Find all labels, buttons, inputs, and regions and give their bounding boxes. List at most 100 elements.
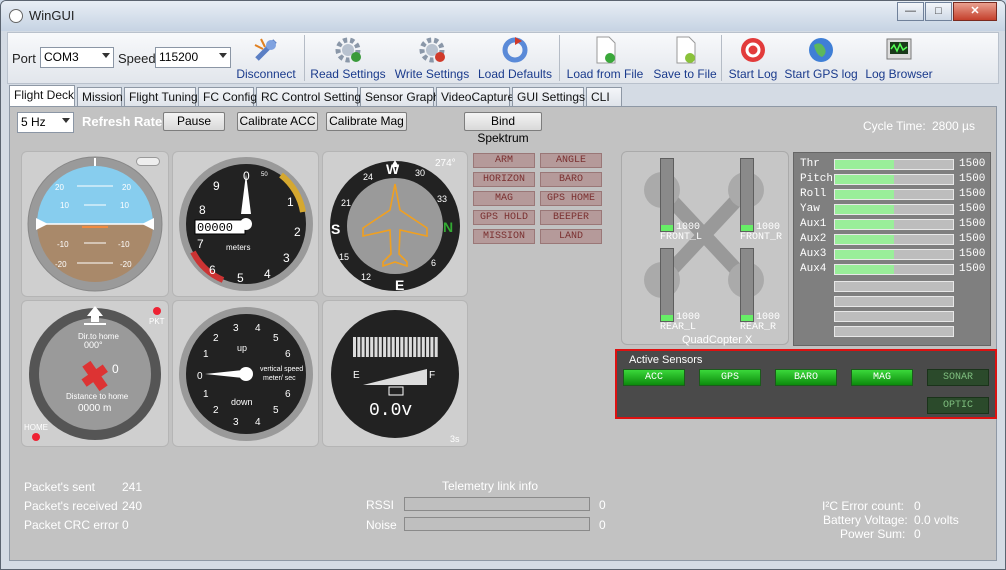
noise-label: Noise [366, 518, 397, 532]
rc-channel-value: 1500 [959, 248, 986, 260]
rc-channel-value: 1500 [959, 233, 986, 245]
frame-type: QuadCopter X [682, 334, 753, 346]
tab-rc-control-settings[interactable]: RC Control Settings [256, 87, 367, 106]
vertical-speed-gauge: 3 4 2 5 1 6 up 0 1 2 3 4 5 6 down vertic… [172, 300, 319, 447]
dir-to-home-value: 000° [84, 340, 103, 350]
chevron-down-icon [62, 118, 70, 123]
motor-front-left-bar [660, 158, 674, 232]
log-browser-button[interactable]: Log Browser [864, 35, 934, 83]
altimeter-number: 2 [294, 225, 301, 239]
tab-cli[interactable]: CLI [586, 87, 622, 106]
altimeter-number: 9 [213, 179, 220, 193]
tab-flight-tuning[interactable]: Flight Tuning [124, 87, 198, 106]
motor-front-left-label: FRONT_L [660, 232, 703, 243]
vario-number: 3 [233, 417, 239, 428]
speed-label: Speed [118, 51, 156, 66]
battery-segment [378, 337, 382, 357]
start-log-button[interactable]: Start Log [726, 35, 780, 83]
altimeter-unit: meters [226, 243, 250, 252]
rc-empty-bar [834, 326, 954, 337]
pitch-label: 10 [120, 201, 129, 210]
cycle-time-label: Cycle Time: [863, 119, 926, 133]
save-to-file-button[interactable]: Save to File [652, 35, 718, 83]
heading-number: 21 [341, 198, 351, 208]
heading-letter: E [395, 277, 404, 293]
close-button[interactable]: ✕ [953, 2, 997, 21]
start-gps-log-button[interactable]: Start GPS log [784, 35, 858, 83]
mode-baro: BARO [540, 172, 602, 187]
vario-number: 4 [255, 417, 261, 428]
packet-crc-value: 0 [122, 518, 129, 532]
divider [304, 35, 305, 81]
pitch-label: -10 [57, 240, 69, 249]
port-select[interactable]: COM3 [40, 47, 114, 68]
mode-horizon: HORIZON [473, 172, 535, 187]
home-count: 0 [112, 362, 119, 376]
motor-rear-right-label: REAR_R [740, 322, 777, 333]
flight-deck-panel: 5 Hz Refresh Rate Pause Calibrate ACC Ca… [9, 106, 997, 561]
motor-rear-left-bar [660, 248, 674, 322]
rc-channel-bar [834, 159, 954, 170]
tab-flight-deck[interactable]: Flight Deck [9, 85, 75, 106]
vario-number: 5 [273, 333, 279, 344]
calibrate-mag-button[interactable]: Calibrate Mag [326, 112, 407, 131]
speed-select[interactable]: 115200 [155, 47, 231, 68]
altimeter-number: 5 [237, 271, 244, 285]
tab-sensor-graph[interactable]: Sensor Graph [360, 87, 440, 106]
packets-sent-value: 241 [122, 480, 143, 494]
disconnect-button[interactable]: Disconnect [232, 35, 300, 83]
heading-number: 30 [415, 168, 425, 178]
toggle-switch[interactable] [136, 157, 160, 166]
file-save-icon [676, 36, 696, 64]
load-from-file-button[interactable]: Load from File [564, 35, 646, 83]
pause-button[interactable]: Pause [163, 112, 225, 131]
battery-segment [383, 337, 387, 357]
battery-segment [413, 337, 417, 357]
heading-letter: S [331, 221, 340, 237]
sensor-sonar: SONAR [927, 369, 989, 386]
tab-mission[interactable]: Mission [77, 87, 123, 106]
rc-empty-bar [834, 296, 954, 307]
power-sum-label: Power Sum: [840, 527, 906, 541]
pitch-label: -20 [55, 260, 67, 269]
rc-channel-value: 1500 [959, 173, 986, 185]
reload-icon [502, 37, 528, 63]
tab-fc-config[interactable]: FC Config [198, 87, 257, 106]
battery-voltage-value: 0.0 volts [914, 513, 959, 527]
heading-number: 6 [431, 258, 436, 268]
refresh-rate-label: Refresh Rate [82, 114, 163, 129]
pitch-label: -20 [120, 260, 132, 269]
tab-gui-settings[interactable]: GUI Settings [512, 87, 585, 106]
divider [721, 35, 722, 81]
bind-spektrum-button[interactable]: Bind Spektrum [464, 112, 542, 145]
vario-number: 6 [285, 349, 291, 360]
vario-label: vertical speed [260, 366, 303, 373]
rc-channel-fill [835, 265, 894, 274]
sensor-baro: BARO [775, 369, 837, 386]
minimize-button[interactable]: — [897, 2, 924, 21]
refresh-rate-select[interactable]: 5 Hz [17, 112, 74, 133]
maximize-button[interactable]: □ [925, 2, 952, 21]
heading-letter: N [443, 219, 453, 235]
write-settings-button[interactable]: Write Settings [392, 35, 472, 83]
load-defaults-button[interactable]: Load Defaults [476, 35, 554, 83]
calibrate-acc-button[interactable]: Calibrate ACC [237, 112, 318, 131]
pitch-label: 20 [55, 183, 64, 192]
app-window: WinGUI — □ ✕ Port COM3 Speed 115200 Disc… [0, 0, 1006, 570]
rssi-label: RSSI [366, 498, 395, 512]
motor-rear-left-label: REAR_L [660, 322, 697, 333]
port-label: Port [12, 51, 36, 66]
altimeter-number: 4 [264, 267, 271, 281]
rc-channels-panel: Thr 1500 Pitch 1500 Roll 1500 Yaw 1500 Aux1 1500 A… [793, 152, 991, 346]
rc-channel-value: 1500 [959, 218, 986, 230]
battery-segment [400, 337, 404, 357]
rc-channel-fill [835, 220, 894, 229]
tab-video-capture[interactable]: VideoCapture [436, 87, 514, 106]
gear-write-icon [419, 37, 445, 63]
noise-bar [404, 517, 590, 531]
read-settings-button[interactable]: Read Settings [310, 35, 386, 83]
gear-read-icon [335, 37, 361, 63]
mode-angle: ANGLE [540, 153, 602, 168]
altimeter-number: 3 [283, 251, 290, 265]
i2c-error-label: I²C Error count: [822, 499, 905, 513]
